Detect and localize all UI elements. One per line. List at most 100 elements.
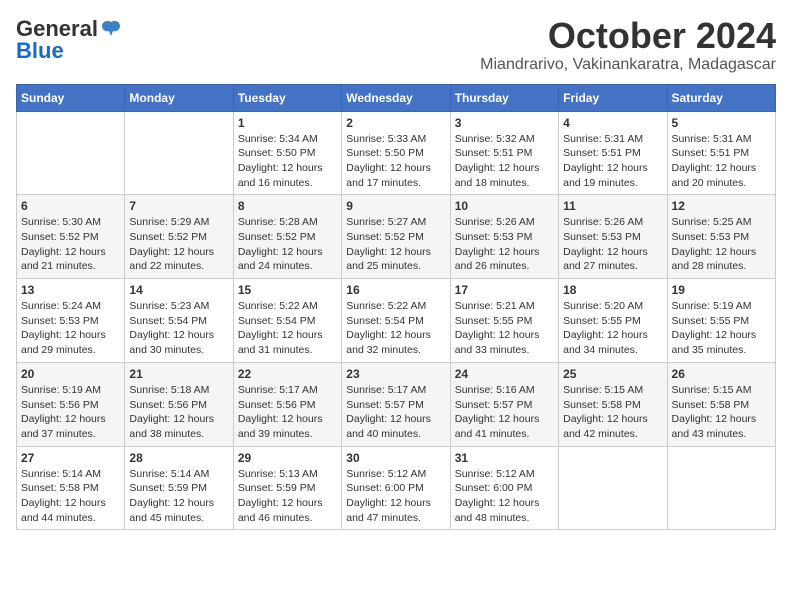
day-number: 13	[21, 283, 120, 297]
calendar-cell: 19Sunrise: 5:19 AMSunset: 5:55 PMDayligh…	[667, 279, 775, 363]
title-section: October 2024 Miandrarivo, Vakinankaratra…	[480, 16, 776, 74]
calendar-cell: 5 Sunrise: 5:31 AMSunset: 5:51 PMDaylight…	[667, 111, 775, 195]
day-number: 6	[21, 199, 120, 213]
day-number: 12	[672, 199, 771, 213]
day-number: 23	[346, 367, 445, 381]
day-info: Sunrise: 5:26 AMSunset: 5:53 PMDaylight:…	[563, 215, 662, 274]
calendar-cell: 9 Sunrise: 5:27 AMSunset: 5:52 PMDaylight…	[342, 195, 450, 279]
calendar-cell	[559, 446, 667, 530]
calendar-cell: 4 Sunrise: 5:31 AMSunset: 5:51 PMDaylight…	[559, 111, 667, 195]
calendar-cell: 26 Sunrise: 5:15 AMSunset: 5:58 PMDayligh…	[667, 362, 775, 446]
day-info: Sunrise: 5:16 AMSunset: 5:57 PMDaylight:…	[455, 383, 554, 442]
day-info: Sunrise: 5:28 AMSunset: 5:52 PMDaylight:…	[238, 215, 337, 274]
calendar-week-5: 27Sunrise: 5:14 AMSunset: 5:58 PMDayligh…	[17, 446, 776, 530]
day-info: Sunrise: 5:25 AMSunset: 5:53 PMDaylight:…	[672, 215, 771, 274]
day-info: Sunrise: 5:21 AMSunset: 5:55 PMDaylight:…	[455, 299, 554, 358]
day-number: 27	[21, 451, 120, 465]
day-info: Sunrise: 5:14 AMSunset: 5:59 PMDaylight:…	[129, 467, 228, 526]
day-number: 1	[238, 116, 337, 130]
day-number: 26	[672, 367, 771, 381]
day-number: 3	[455, 116, 554, 130]
day-info: Sunrise: 5:15 AMSunset: 5:58 PMDaylight:…	[672, 383, 771, 442]
calendar-cell: 21 Sunrise: 5:18 AMSunset: 5:56 PMDayligh…	[125, 362, 233, 446]
day-number: 9	[346, 199, 445, 213]
day-info: Sunrise: 5:32 AMSunset: 5:51 PMDaylight:…	[455, 132, 554, 191]
calendar-cell: 28 Sunrise: 5:14 AMSunset: 5:59 PMDayligh…	[125, 446, 233, 530]
calendar-cell: 2Sunrise: 5:33 AMSunset: 5:50 PMDaylight…	[342, 111, 450, 195]
day-number: 8	[238, 199, 337, 213]
day-number: 18	[563, 283, 662, 297]
day-info: Sunrise: 5:12 AMSunset: 6:00 PMDaylight:…	[455, 467, 554, 526]
day-info: Sunrise: 5:13 AMSunset: 5:59 PMDaylight:…	[238, 467, 337, 526]
calendar-cell: 12 Sunrise: 5:25 AMSunset: 5:53 PMDayligh…	[667, 195, 775, 279]
day-number: 25	[563, 367, 662, 381]
day-info: Sunrise: 5:31 AMSunset: 5:51 PMDaylight:…	[672, 132, 771, 191]
day-number: 28	[129, 451, 228, 465]
day-number: 5	[672, 116, 771, 130]
day-number: 19	[672, 283, 771, 297]
month-title: October 2024	[480, 16, 776, 56]
weekday-header-tuesday: Tuesday	[233, 84, 341, 111]
day-info: Sunrise: 5:31 AMSunset: 5:51 PMDaylight:…	[563, 132, 662, 191]
calendar-week-4: 20Sunrise: 5:19 AMSunset: 5:56 PMDayligh…	[17, 362, 776, 446]
calendar-cell: 16Sunrise: 5:22 AMSunset: 5:54 PMDayligh…	[342, 279, 450, 363]
calendar-cell: 24 Sunrise: 5:16 AMSunset: 5:57 PMDayligh…	[450, 362, 558, 446]
calendar-cell: 6 Sunrise: 5:30 AMSunset: 5:52 PMDaylight…	[17, 195, 125, 279]
day-number: 11	[563, 199, 662, 213]
calendar-header-row: SundayMondayTuesdayWednesdayThursdayFrid…	[17, 84, 776, 111]
day-number: 10	[455, 199, 554, 213]
location-title: Miandrarivo, Vakinankaratra, Madagascar	[480, 56, 776, 74]
day-number: 15	[238, 283, 337, 297]
day-info: Sunrise: 5:17 AMSunset: 5:57 PMDaylight:…	[346, 383, 445, 442]
calendar-week-1: 1 Sunrise: 5:34 AMSunset: 5:50 PMDaylight…	[17, 111, 776, 195]
day-info: Sunrise: 5:34 AMSunset: 5:50 PMDaylight:…	[238, 132, 337, 191]
calendar-cell: 8 Sunrise: 5:28 AMSunset: 5:52 PMDaylight…	[233, 195, 341, 279]
day-info: Sunrise: 5:20 AMSunset: 5:55 PMDaylight:…	[563, 299, 662, 358]
weekday-header-friday: Friday	[559, 84, 667, 111]
calendar-week-3: 13 Sunrise: 5:24 AMSunset: 5:53 PMDayligh…	[17, 279, 776, 363]
weekday-header-wednesday: Wednesday	[342, 84, 450, 111]
day-info: Sunrise: 5:23 AMSunset: 5:54 PMDaylight:…	[129, 299, 228, 358]
day-info: Sunrise: 5:24 AMSunset: 5:53 PMDaylight:…	[21, 299, 120, 358]
weekday-header-monday: Monday	[125, 84, 233, 111]
day-number: 16	[346, 283, 445, 297]
calendar-cell: 31Sunrise: 5:12 AMSunset: 6:00 PMDayligh…	[450, 446, 558, 530]
calendar-cell	[17, 111, 125, 195]
calendar-cell: 7Sunrise: 5:29 AMSunset: 5:52 PMDaylight…	[125, 195, 233, 279]
day-info: Sunrise: 5:27 AMSunset: 5:52 PMDaylight:…	[346, 215, 445, 274]
day-info: Sunrise: 5:29 AMSunset: 5:52 PMDaylight:…	[129, 215, 228, 274]
calendar-table: SundayMondayTuesdayWednesdayThursdayFrid…	[16, 84, 776, 531]
day-info: Sunrise: 5:26 AMSunset: 5:53 PMDaylight:…	[455, 215, 554, 274]
logo-bird-icon	[100, 18, 122, 40]
day-info: Sunrise: 5:18 AMSunset: 5:56 PMDaylight:…	[129, 383, 228, 442]
calendar-cell: 17 Sunrise: 5:21 AMSunset: 5:55 PMDayligh…	[450, 279, 558, 363]
calendar-cell: 14 Sunrise: 5:23 AMSunset: 5:54 PMDayligh…	[125, 279, 233, 363]
day-number: 29	[238, 451, 337, 465]
calendar-cell	[667, 446, 775, 530]
page-header: General Blue October 2024 Miandrarivo, V…	[16, 16, 776, 74]
calendar-week-2: 6 Sunrise: 5:30 AMSunset: 5:52 PMDaylight…	[17, 195, 776, 279]
calendar-cell: 29 Sunrise: 5:13 AMSunset: 5:59 PMDayligh…	[233, 446, 341, 530]
calendar-cell: 30 Sunrise: 5:12 AMSunset: 6:00 PMDayligh…	[342, 446, 450, 530]
calendar-cell: 11 Sunrise: 5:26 AMSunset: 5:53 PMDayligh…	[559, 195, 667, 279]
day-number: 24	[455, 367, 554, 381]
logo-blue: Blue	[16, 38, 64, 64]
calendar-cell: 18 Sunrise: 5:20 AMSunset: 5:55 PMDayligh…	[559, 279, 667, 363]
day-number: 22	[238, 367, 337, 381]
calendar-cell	[125, 111, 233, 195]
day-number: 30	[346, 451, 445, 465]
day-info: Sunrise: 5:19 AMSunset: 5:56 PMDaylight:…	[21, 383, 120, 442]
calendar-cell: 3 Sunrise: 5:32 AMSunset: 5:51 PMDaylight…	[450, 111, 558, 195]
calendar-cell: 27Sunrise: 5:14 AMSunset: 5:58 PMDayligh…	[17, 446, 125, 530]
day-info: Sunrise: 5:30 AMSunset: 5:52 PMDaylight:…	[21, 215, 120, 274]
day-info: Sunrise: 5:33 AMSunset: 5:50 PMDaylight:…	[346, 132, 445, 191]
calendar-cell: 22 Sunrise: 5:17 AMSunset: 5:56 PMDayligh…	[233, 362, 341, 446]
day-number: 21	[129, 367, 228, 381]
weekday-header-saturday: Saturday	[667, 84, 775, 111]
day-info: Sunrise: 5:12 AMSunset: 6:00 PMDaylight:…	[346, 467, 445, 526]
day-number: 17	[455, 283, 554, 297]
day-number: 4	[563, 116, 662, 130]
day-info: Sunrise: 5:17 AMSunset: 5:56 PMDaylight:…	[238, 383, 337, 442]
calendar-cell: 23 Sunrise: 5:17 AMSunset: 5:57 PMDayligh…	[342, 362, 450, 446]
day-number: 14	[129, 283, 228, 297]
